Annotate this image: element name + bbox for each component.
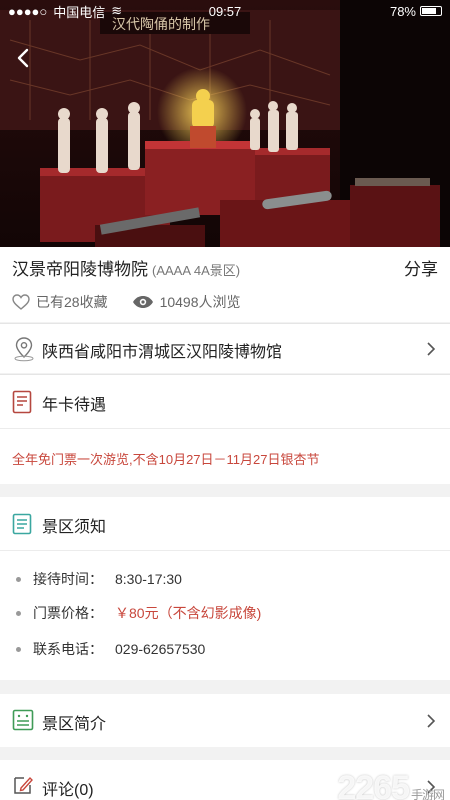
carrier-label: 中国电信: [53, 4, 106, 20]
notice-section: 景区须知 接待时间： 8:30-17:30 门票价格： ￥80元（不含幻影成像)…: [0, 497, 450, 680]
share-button[interactable]: 分享: [404, 255, 438, 280]
annual-card-section: 年卡待遇 全年免门票一次游览,不含10月27日－11月27日银杏节: [0, 374, 450, 484]
notice-header: 景区须知: [0, 497, 450, 551]
intro-row[interactable]: 景区简介: [0, 694, 450, 747]
back-button[interactable]: [10, 44, 38, 72]
status-bar: ●●●●○ 中国电信 ≋ 09:57 78%: [0, 0, 450, 22]
chevron-right-icon: [427, 714, 436, 728]
address-label: 陕西省咸阳市渭城区汉阳陵博物馆: [42, 344, 283, 361]
scenic-header: 汉景帝阳陵博物院 (AAAA 4A景区) 分享 已有28收藏 10498人浏览: [0, 247, 450, 322]
scenic-name: 汉景帝阳陵博物院: [12, 260, 148, 279]
notice-key: 联系电话：: [33, 641, 103, 657]
notice-value: 8:30-17:30: [115, 571, 182, 587]
wifi-icon: ≋: [111, 3, 123, 18]
annual-card-header: 年卡待遇: [0, 375, 450, 429]
scenic-title: 汉景帝阳陵博物院 (AAAA 4A景区): [12, 255, 240, 280]
intro-title: 景区简介: [42, 716, 107, 733]
scenic-meta: 已有28收藏 10498人浏览: [12, 292, 241, 312]
battery-percent: 78%: [389, 3, 416, 19]
chevron-left-icon: [17, 48, 29, 68]
hero-photo: 汉代陶俑的制作 ●●●●○ 中国电信 ≋ 09:57 78%: [0, 0, 450, 247]
notice-title: 景区须知: [42, 519, 107, 536]
edit-icon: [14, 776, 33, 794]
notice-item-hours: 接待时间： 8:30-17:30: [16, 569, 182, 589]
notice-icon: [12, 513, 32, 535]
watermark-sub: 手游网: [410, 788, 445, 800]
notice-key: 接待时间：: [33, 571, 103, 587]
watermark-brand: 2265: [337, 769, 410, 800]
notice-item-price: 门票价格： ￥80元（不含幻影成像): [16, 603, 261, 623]
site-watermark: 2265 手游网: [337, 769, 445, 800]
heart-icon[interactable]: [12, 294, 30, 310]
annual-card-title: 年卡待遇: [42, 397, 107, 414]
intro-icon: [12, 709, 34, 731]
favorites-count: 已有28收藏: [36, 294, 108, 310]
bullet-dot: [16, 576, 21, 582]
bullet-dot: [16, 646, 21, 652]
notice-item-phone[interactable]: 联系电话： 029-62657530: [16, 639, 205, 659]
status-time: 09:57: [208, 3, 242, 19]
address-row[interactable]: 陕西省咸阳市渭城区汉阳陵博物馆: [0, 323, 450, 373]
location-pin-icon: [14, 337, 34, 362]
notice-value: ￥80元（不含幻影成像): [115, 605, 262, 621]
document-icon: [12, 390, 32, 414]
eye-icon: [132, 296, 153, 308]
annual-card-benefit: 全年免门票一次游览,不含10月27日－11月27日银杏节: [12, 452, 320, 467]
comments-title: 评论(0): [42, 782, 94, 799]
comments-row[interactable]: 评论(0) 2265 手游网: [0, 760, 450, 800]
notice-key: 门票价格：: [33, 605, 103, 621]
battery-icon: [420, 6, 442, 16]
chevron-right-icon: [427, 342, 436, 356]
museum-exhibit-image: 汉代陶俑的制作: [0, 0, 450, 247]
notice-value: 029-62657530: [115, 641, 206, 657]
signal-icon: ●●●●○: [8, 3, 48, 19]
bullet-dot: [16, 610, 21, 616]
views-count: 10498人浏览: [159, 294, 241, 310]
scenic-level: (AAAA 4A景区): [152, 263, 241, 278]
